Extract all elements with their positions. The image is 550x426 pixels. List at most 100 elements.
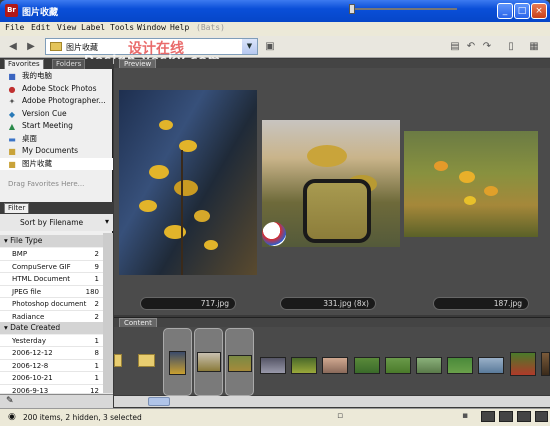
- thumbnail[interactable]: [322, 357, 348, 374]
- thumbnail[interactable]: [228, 355, 252, 372]
- filter-row[interactable]: BMP 2: [0, 248, 113, 261]
- thumbnail[interactable]: [291, 357, 317, 374]
- filter-row[interactable]: 2006-12-12 8: [0, 347, 113, 360]
- thumbnail[interactable]: [416, 357, 442, 374]
- favorite-item[interactable]: ■ My Documents: [0, 145, 113, 158]
- chevron-down-icon[interactable]: ▾: [105, 217, 109, 226]
- chevron-down-icon[interactable]: ▼: [242, 39, 257, 54]
- preview-tabbar: [114, 59, 550, 68]
- status-bar: ◉ 200 items, 2 hidden, 3 selected ▫ ▪: [0, 408, 550, 426]
- menu-help[interactable]: Help: [170, 23, 189, 32]
- menu-edit[interactable]: Edit: [31, 23, 50, 32]
- photographer-icon: ✦: [8, 97, 16, 106]
- filter-tabbar: Filter: [0, 202, 113, 214]
- back-icon[interactable]: ◀: [6, 40, 20, 54]
- view-versions-icon[interactable]: [535, 411, 548, 422]
- minimize-button[interactable]: _: [497, 3, 513, 19]
- thumbnail[interactable]: [541, 352, 550, 376]
- favorite-item[interactable]: ■ 我的电脑: [0, 70, 113, 83]
- thumbnail[interactable]: [447, 357, 473, 374]
- computer-icon: ■: [8, 72, 16, 81]
- folder-thumbnail[interactable]: [114, 354, 122, 367]
- preview-image-187[interactable]: [404, 131, 538, 237]
- thumbnail[interactable]: [510, 352, 536, 376]
- content-scrollbar[interactable]: [114, 396, 550, 407]
- menu-bar: File Edit View Label Tools Window Help (…: [0, 22, 550, 36]
- view-details-icon[interactable]: [517, 411, 531, 422]
- go-up-icon[interactable]: ▣: [263, 40, 277, 54]
- favorite-item[interactable]: ▬ 桌面: [0, 133, 113, 146]
- menu-file[interactable]: File: [5, 23, 24, 32]
- tab-folders[interactable]: Folders: [52, 59, 86, 69]
- left-panel-footer: ✎: [0, 394, 113, 408]
- favorite-item[interactable]: ◆ Version Cue: [0, 108, 113, 121]
- filter-group-date-created[interactable]: ▾ Date Created: [0, 322, 113, 334]
- rotate-left-icon[interactable]: ↶: [464, 40, 478, 54]
- view-filmstrip-icon[interactable]: [499, 411, 513, 422]
- favorite-item[interactable]: ✦ Adobe Photographer...: [0, 95, 113, 108]
- preview-image-717[interactable]: [119, 90, 257, 275]
- thumbnail[interactable]: [385, 357, 411, 374]
- folder-icon: ■: [8, 159, 16, 169]
- content-tabbar: [114, 317, 550, 327]
- thumbnail-size-slider[interactable]: [349, 8, 457, 10]
- rotate-right-icon[interactable]: ↷: [480, 40, 494, 54]
- leaf-mark: [149, 165, 169, 179]
- thumbnail[interactable]: [478, 357, 504, 374]
- loupe-magnifier[interactable]: [303, 179, 371, 243]
- close-button[interactable]: ×: [531, 3, 547, 19]
- filter-scrollbar[interactable]: [103, 233, 113, 393]
- info-icon: ◉: [8, 412, 16, 422]
- thumbnail[interactable]: [197, 352, 221, 372]
- filter-row[interactable]: 2006-9-13 12: [0, 384, 113, 394]
- filter-row[interactable]: Yesterday 1: [0, 334, 113, 347]
- folder-thumbnail[interactable]: [138, 354, 155, 367]
- leaf-mark: [464, 196, 476, 205]
- meeting-icon: ▲: [8, 122, 16, 131]
- forward-icon[interactable]: ▶: [24, 40, 38, 54]
- tab-filter[interactable]: Filter: [4, 203, 30, 213]
- status-text: 200 items, 2 hidden, 3 selected: [23, 413, 142, 422]
- leaf-mark: [174, 180, 198, 196]
- menu-label[interactable]: Label: [81, 23, 105, 32]
- maximize-button[interactable]: □: [514, 3, 530, 19]
- leaf-mark: [194, 210, 210, 222]
- filter-row[interactable]: CompuServe GIF 9: [0, 260, 113, 273]
- leaf-mark: [159, 120, 173, 130]
- compact-mode-icon[interactable]: ▦: [527, 40, 541, 54]
- pin-icon[interactable]: ✎: [6, 396, 14, 406]
- tab-preview[interactable]: Preview: [119, 59, 157, 68]
- menu-window[interactable]: Window: [137, 23, 166, 32]
- thumbnail[interactable]: [260, 357, 286, 374]
- scroll-thumb[interactable]: [148, 397, 170, 406]
- filter-row[interactable]: 2006-10-21 1: [0, 372, 113, 385]
- filter-row[interactable]: HTML Document 1: [0, 273, 113, 286]
- zoom-out-icon[interactable]: ▫: [337, 411, 343, 421]
- leaf-mark: [484, 186, 498, 196]
- menu-tools[interactable]: Tools: [110, 23, 134, 32]
- new-folder-icon[interactable]: ▤: [448, 40, 462, 54]
- desktop-icon: ▬: [8, 134, 16, 144]
- favorite-item[interactable]: ▲ Start Meeting: [0, 120, 113, 133]
- path-text: 图片收藏: [66, 43, 98, 52]
- sort-dropdown[interactable]: Sort by Filename ▾: [0, 214, 113, 231]
- thumbnail[interactable]: [169, 351, 186, 375]
- tab-favorites[interactable]: Favorites: [4, 59, 44, 69]
- caption-187: 187.jpg: [433, 297, 529, 310]
- thumbnail[interactable]: [354, 357, 380, 374]
- trash-icon[interactable]: ▯: [504, 40, 518, 54]
- view-thumbnails-icon[interactable]: [481, 411, 495, 422]
- filter-row[interactable]: JPEG file 180: [0, 285, 113, 298]
- filter-row[interactable]: 2006-12-8 1: [0, 359, 113, 372]
- tab-content[interactable]: Content: [119, 318, 157, 327]
- menu-view[interactable]: View: [57, 23, 76, 32]
- favorite-item[interactable]: ● Adobe Stock Photos: [0, 83, 113, 96]
- version-cue-icon: ◆: [8, 109, 16, 119]
- filter-group-file-type[interactable]: ▾ File Type: [0, 235, 113, 247]
- slider-knob[interactable]: [349, 4, 355, 14]
- filter-row[interactable]: Photoshop document 2: [0, 298, 113, 311]
- menu-bats: (Bats): [196, 23, 225, 32]
- zoom-in-icon[interactable]: ▪: [462, 411, 468, 421]
- favorite-item[interactable]: ■ 图片收藏: [0, 157, 113, 170]
- folder-icon: ■: [8, 147, 16, 156]
